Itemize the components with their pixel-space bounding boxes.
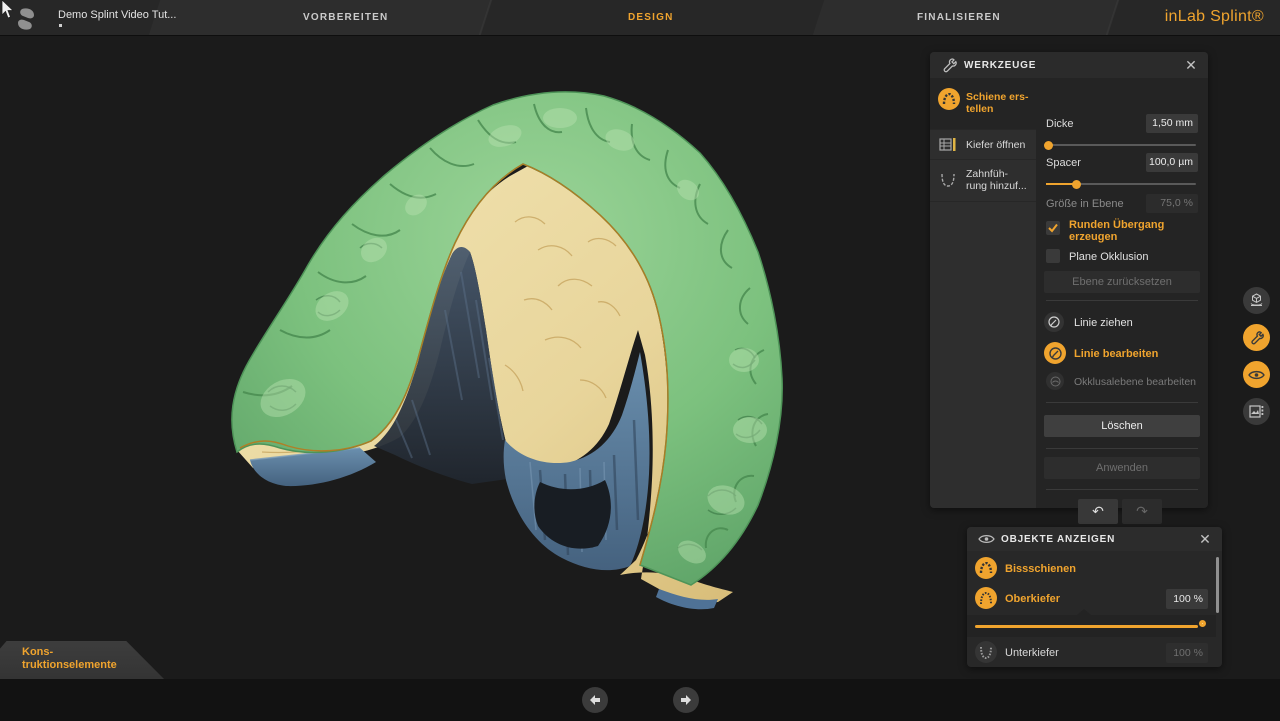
rail-item-label: Schiene ers- tellen [966, 91, 1028, 115]
tools-panel: WERKZEUGE ✕ Schiene ers- tellen [930, 52, 1208, 508]
tools-panel-close-icon[interactable]: ✕ [1182, 56, 1200, 74]
ebene-zuruecksetzen-button[interactable]: Ebene zurücksetzen [1044, 271, 1200, 293]
redo-button[interactable]: ↷ [1122, 499, 1162, 524]
dicke-value[interactable]: 1,50 mm [1146, 114, 1198, 133]
view-3d-icon [1249, 293, 1264, 308]
okklusalebene-icon [1046, 372, 1064, 390]
groesse-value: 75,0 % [1146, 194, 1198, 213]
spacer-slider[interactable] [1046, 183, 1196, 185]
okklusalebene-bearbeiten-label: Okklusalebene bearbeiten [1074, 376, 1196, 388]
bissschienen-icon [975, 557, 997, 579]
project-name[interactable]: Demo Splint Video Tut... [58, 9, 176, 21]
objects-panel: OBJEKTE ANZEIGEN ✕ Bissschienen Oberkief… [967, 527, 1222, 667]
rail-item-label: Zahnfüh- rung hinzuf... [966, 168, 1027, 192]
spacer-value[interactable]: 100,0 µm [1146, 153, 1198, 172]
plane-okklusion-checkbox[interactable] [1046, 249, 1060, 263]
unterkiefer-opacity-value: 100 % [1166, 643, 1208, 663]
show-objects-fab[interactable] [1243, 361, 1270, 388]
nav-previous-button[interactable] [582, 687, 608, 713]
arrow-right-icon [679, 694, 693, 706]
unterkiefer-label[interactable]: Unterkiefer [1005, 647, 1059, 659]
rail-item-schiene-erstellen[interactable]: Schiene ers- tellen [930, 78, 1036, 130]
tab-vorbereiten[interactable]: VORBEREITEN [303, 12, 388, 23]
oberkiefer-label[interactable]: Oberkiefer [1005, 593, 1060, 605]
runden-uebergang-checkbox[interactable] [1046, 221, 1060, 235]
rail-item-zahnfuehrung[interactable]: Zahnfüh- rung hinzuf... [930, 160, 1036, 202]
nav-next-button[interactable] [673, 687, 699, 713]
objects-panel-header: OBJEKTE ANZEIGEN ✕ [967, 527, 1222, 551]
bottom-bar [0, 679, 1280, 721]
oberkiefer-slider-knob[interactable] [1199, 620, 1206, 627]
linie-bearbeiten-icon [1044, 342, 1066, 364]
eye-icon [1248, 369, 1265, 381]
tools-panel-title: WERKZEUGE [964, 60, 1036, 71]
oberkiefer-slider-block [967, 615, 1216, 637]
oberkiefer-icon [975, 587, 997, 609]
construction-elements-label: Kons- truktionselemente [22, 646, 117, 672]
rail-item-kiefer-oeffnen[interactable]: Kiefer öffnen [930, 130, 1036, 160]
tools-content: Dicke 1,50 mm Spacer 100,0 µm Größe in E… [1036, 78, 1208, 508]
wrench-icon [941, 57, 957, 73]
spacer-slider-knob[interactable] [1072, 180, 1081, 189]
eye-icon [978, 533, 995, 545]
loeschen-button[interactable]: Löschen [1044, 415, 1200, 437]
objects-panel-title: OBJEKTE ANZEIGEN [1001, 534, 1115, 545]
bissschienen-label[interactable]: Bissschienen [1005, 563, 1076, 575]
arch-outline-icon [939, 172, 957, 193]
tab-design[interactable]: DESIGN [628, 12, 674, 23]
rail-item-label: Kiefer öffnen [966, 139, 1025, 151]
arrow-left-icon [588, 694, 602, 706]
unterkiefer-icon [975, 641, 997, 663]
project-indicator-dot [59, 24, 62, 27]
splint-arch-icon [938, 88, 960, 110]
view-3d-fab[interactable] [1243, 287, 1270, 314]
app-title: inLab Splint® [1165, 8, 1264, 26]
plane-okklusion-label: Plane Okklusion [1069, 251, 1149, 263]
articulator-icon [939, 137, 957, 158]
divider [1046, 489, 1198, 490]
tools-fab[interactable] [1243, 324, 1270, 351]
inlab-logo[interactable] [13, 6, 39, 32]
wrench-icon [1249, 330, 1264, 345]
undo-button[interactable]: ↶ [1078, 499, 1118, 524]
mouse-cursor [1, 0, 15, 20]
divider [1046, 448, 1198, 449]
groesse-label: Größe in Ebene [1046, 198, 1124, 210]
anwenden-button[interactable]: Anwenden [1044, 457, 1200, 479]
divider [1046, 402, 1198, 403]
divider [1046, 300, 1198, 301]
top-bar: Demo Splint Video Tut... VORBEREITEN DES… [0, 0, 1280, 36]
runden-uebergang-label: Runden Übergang erzeugen [1069, 219, 1164, 243]
check-icon [1047, 222, 1059, 234]
oberkiefer-opacity-slider[interactable] [975, 625, 1198, 628]
tab-finalisieren[interactable]: FINALISIEREN [917, 12, 1001, 23]
dicke-slider-knob[interactable] [1044, 141, 1053, 150]
objects-panel-close-icon[interactable]: ✕ [1196, 530, 1214, 548]
spacer-label: Spacer [1046, 157, 1081, 169]
dicke-label: Dicke [1046, 118, 1074, 130]
dicke-slider[interactable] [1046, 144, 1196, 146]
oberkiefer-opacity-value[interactable]: 100 % [1166, 589, 1208, 609]
snapshot-fab[interactable] [1243, 398, 1270, 425]
snapshot-icon [1249, 405, 1264, 418]
linie-bearbeiten-label[interactable]: Linie bearbeiten [1074, 348, 1158, 360]
objects-panel-scrollbar[interactable] [1216, 557, 1219, 613]
linie-ziehen-icon [1044, 312, 1064, 332]
tools-panel-header: WERKZEUGE ✕ [930, 52, 1208, 78]
tools-rail: Schiene ers- tellen Kiefer öffnen Zahn [930, 78, 1036, 508]
linie-ziehen-label[interactable]: Linie ziehen [1074, 317, 1133, 329]
